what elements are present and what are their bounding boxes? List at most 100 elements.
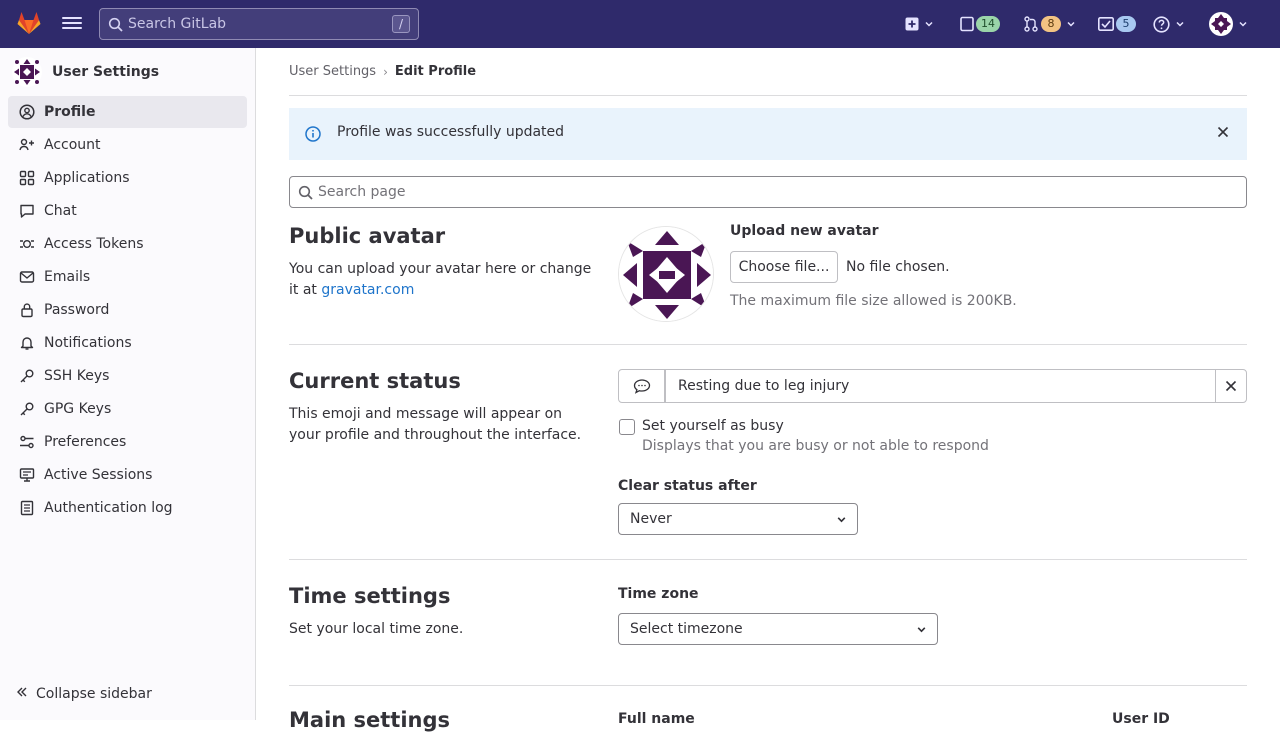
sidebar-item-emails[interactable]: Emails — [8, 261, 247, 293]
time-settings-title: Time settings — [289, 584, 451, 608]
help-button[interactable] — [1153, 12, 1185, 36]
sidebar-item-gpg-keys[interactable]: GPG Keys — [8, 393, 247, 425]
collapse-sidebar-label: Collapse sidebar — [36, 686, 152, 702]
search-page-placeholder: Search page — [318, 184, 406, 200]
speech-bubble-icon — [633, 379, 650, 394]
divider — [289, 344, 1247, 345]
status-message-input[interactable]: Resting due to leg injury — [665, 369, 1216, 403]
log-icon — [19, 500, 35, 516]
current-status-title: Current status — [289, 369, 461, 393]
menu-icon[interactable] — [62, 14, 82, 34]
issues-button[interactable]: 14 — [960, 12, 1000, 36]
sidebar-item-label: Preferences — [44, 434, 127, 450]
chat-icon — [19, 203, 35, 219]
clear-status-after-select[interactable]: Never — [618, 503, 858, 535]
current-status-description: This emoji and message will appear on yo… — [289, 406, 582, 443]
sidebar-item-chat[interactable]: Chat — [8, 195, 247, 227]
search-shortcut-hint: / — [392, 15, 410, 33]
preferences-icon — [19, 434, 35, 450]
chevron-down-icon — [1239, 21, 1247, 27]
sidebar-item-label: Access Tokens — [44, 236, 144, 252]
sidebar-item-ssh-keys[interactable]: SSH Keys — [8, 360, 247, 392]
gitlab-logo-icon[interactable] — [16, 10, 42, 36]
user-id-label: User ID — [1112, 711, 1170, 727]
alert-message: Profile was successfully updated — [337, 124, 565, 140]
plus-square-icon — [905, 17, 919, 31]
identicon-avatar-icon — [619, 227, 713, 321]
merge-request-icon — [1024, 16, 1038, 32]
todos-button[interactable]: 5 — [1098, 12, 1136, 36]
sidebar-item-label: Password — [44, 302, 110, 318]
time-zone-label: Time zone — [618, 586, 699, 602]
sidebar-item-authentication-log[interactable]: Authentication log — [8, 492, 247, 524]
merge-requests-count-badge: 8 — [1041, 16, 1061, 32]
time-settings-description: Set your local time zone. — [289, 621, 464, 637]
merge-requests-button[interactable]: 8 — [1023, 12, 1076, 36]
help-icon — [1153, 15, 1170, 33]
success-alert: Profile was successfully updated — [289, 108, 1247, 160]
busy-checkbox-label[interactable]: Set yourself as busy — [642, 418, 784, 434]
clear-status-after-label: Clear status after — [618, 478, 757, 494]
breadcrumb-user-settings[interactable]: User Settings — [289, 64, 376, 79]
sidebar-item-label: Notifications — [44, 335, 132, 351]
breadcrumb-edit-profile[interactable]: Edit Profile — [395, 64, 476, 79]
chevron-down-icon — [837, 517, 846, 523]
sidebar-item-profile[interactable]: Profile — [8, 96, 247, 128]
search-gitlab-input[interactable]: Search GitLab / — [99, 8, 419, 40]
full-name-label: Full name — [618, 711, 695, 727]
token-icon — [19, 236, 35, 252]
chevron-down-icon — [1176, 21, 1184, 27]
search-icon — [108, 17, 123, 32]
clear-status-button[interactable] — [1215, 369, 1247, 403]
sidebar-item-notifications[interactable]: Notifications — [8, 327, 247, 359]
emoji-picker-button[interactable] — [618, 369, 665, 403]
user-avatar-icon — [12, 57, 42, 87]
sidebar-title: User Settings — [52, 64, 160, 80]
public-avatar-description: You can upload your avatar here or chang… — [289, 259, 594, 301]
sidebar-item-label: Emails — [44, 269, 91, 285]
main-settings-title: Main settings — [289, 708, 451, 732]
account-icon — [19, 137, 35, 153]
sidebar-header[interactable]: User Settings — [12, 57, 160, 87]
sidebar-item-password[interactable]: Password — [8, 294, 247, 326]
todo-icon — [1098, 17, 1114, 31]
sidebar-item-account[interactable]: Account — [8, 129, 247, 161]
sidebar-item-label: Profile — [44, 104, 96, 120]
sidebar-item-label: Chat — [44, 203, 77, 219]
gravatar-link[interactable]: gravatar.com — [321, 282, 414, 298]
timezone-select[interactable]: Select timezone — [618, 613, 938, 645]
choose-file-button[interactable]: Choose file... — [730, 251, 838, 283]
sidebar-item-access-tokens[interactable]: Access Tokens — [8, 228, 247, 260]
create-new-button[interactable] — [905, 12, 934, 36]
divider — [289, 95, 1247, 96]
upload-avatar-label: Upload new avatar — [730, 223, 879, 239]
sidebar-item-active-sessions[interactable]: Active Sessions — [8, 459, 247, 491]
issues-count-badge: 14 — [976, 16, 1000, 32]
lock-icon — [19, 302, 35, 318]
close-icon — [1225, 380, 1237, 392]
search-page-input[interactable]: Search page — [289, 176, 1247, 208]
sidebar-item-preferences[interactable]: Preferences — [8, 426, 247, 458]
sidebar-item-applications[interactable]: Applications — [8, 162, 247, 194]
monitor-icon — [19, 467, 35, 483]
max-file-size-help: The maximum file size allowed is 200KB. — [730, 293, 1017, 309]
breadcrumb: User Settings › Edit Profile — [289, 64, 476, 79]
key-icon — [19, 368, 35, 384]
collapse-sidebar-button[interactable]: Collapse sidebar — [16, 686, 152, 702]
close-icon[interactable] — [1217, 126, 1229, 138]
user-avatar-icon — [1209, 12, 1233, 36]
chevron-down-icon — [925, 21, 933, 27]
divider — [289, 685, 1247, 686]
busy-help-text: Displays that you are busy or not able t… — [642, 438, 989, 454]
busy-checkbox[interactable] — [619, 419, 635, 435]
sidebar-item-label: Authentication log — [44, 500, 173, 516]
key-icon — [19, 401, 35, 417]
user-menu-button[interactable] — [1209, 12, 1248, 36]
sidebar-item-label: Account — [44, 137, 101, 153]
chevron-down-icon — [1067, 21, 1075, 27]
top-bar: Search GitLab / 14 8 5 — [0, 0, 1280, 48]
sidebar-item-label: Applications — [44, 170, 130, 186]
profile-icon — [19, 104, 35, 120]
chevron-down-icon — [917, 627, 926, 633]
info-icon — [305, 126, 321, 142]
